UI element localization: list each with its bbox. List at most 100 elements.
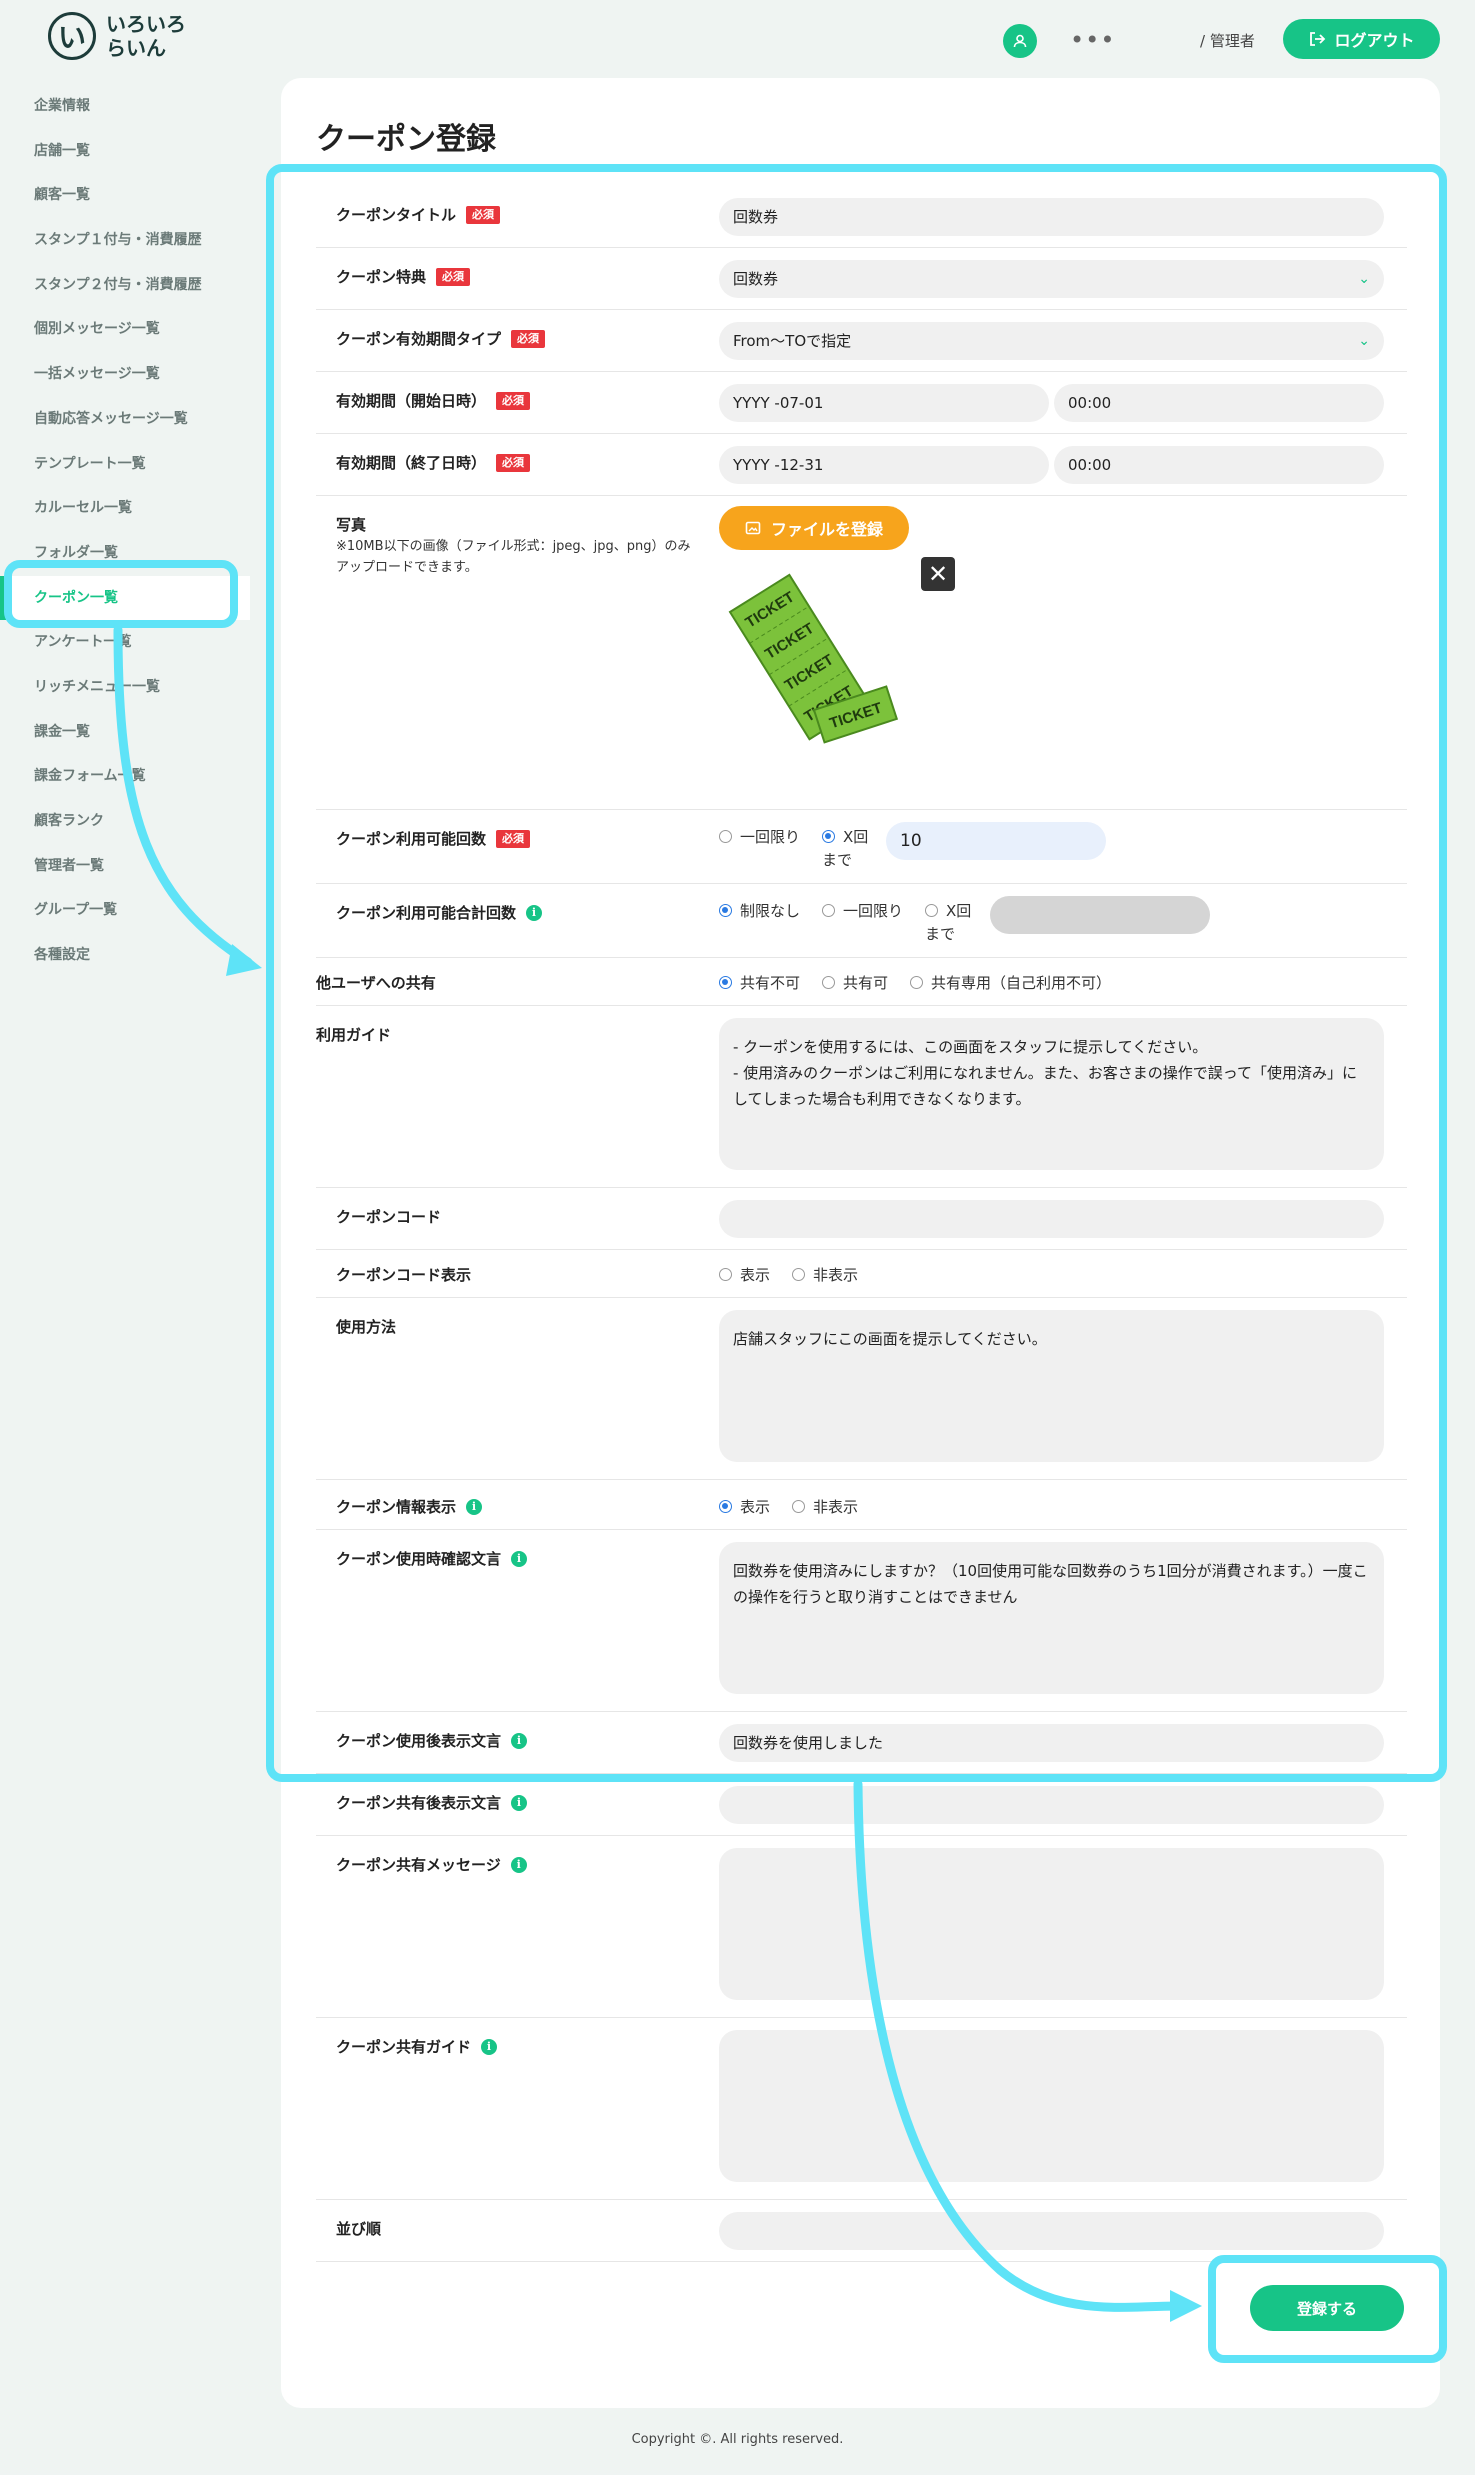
row-use-count: クーポン利用可能回数 必須 一回限り X回 まで 10 — [316, 810, 1407, 884]
coupon-title-input[interactable]: 回数券 — [719, 198, 1384, 236]
sidebar-item-admins[interactable]: 管理者一覧 — [0, 844, 250, 889]
row-benefit: クーポン特典 必須 回数券 ⌄ — [316, 248, 1407, 310]
required-badge: 必須 — [436, 267, 471, 286]
copyright: Copyright ©. All rights reserved. — [631, 2432, 844, 2447]
sidebar-item-rich-menus[interactable]: リッチメニュー一覧 — [0, 665, 250, 710]
sidebar-item-auto-reply[interactable]: 自動応答メッセージ一覧 — [0, 397, 250, 442]
more-menu-icon[interactable]: ••• — [1070, 26, 1115, 54]
logo[interactable]: い いろいろらいん — [48, 12, 186, 60]
logout-button[interactable]: ログアウト — [1283, 19, 1440, 59]
sidebar-item-coupons[interactable]: クーポン一覧 — [0, 575, 250, 621]
row-after-use: クーポン使用後表示文言 i 回数券を使用しました — [316, 1712, 1407, 1774]
total-count-once-radio[interactable]: 一回限り — [822, 900, 903, 921]
share-message-label: クーポン共有メッセージ — [336, 1856, 501, 1874]
info-display-radios: 表示 非表示 — [719, 1496, 858, 1517]
start-label: 有効期間（開始日時） — [336, 392, 487, 410]
share-guide-label: クーポン共有ガイド — [336, 2038, 472, 2056]
submit-button[interactable]: 登録する — [1250, 2285, 1404, 2331]
required-badge: 必須 — [496, 453, 531, 472]
use-count-x-radio[interactable]: X回 まで — [822, 826, 868, 870]
row-guide: 利用ガイド - クーポンを使用するには、この画面をスタッフに提示してください。 … — [316, 1006, 1407, 1188]
user-icon[interactable] — [1003, 24, 1037, 58]
row-usage: 使用方法 店舗スタッフにこの画面を提示してください。 — [316, 1298, 1407, 1480]
period-type-select[interactable]: From〜TOで指定 ⌄ — [719, 322, 1384, 360]
code-display-radios: 表示 非表示 — [719, 1264, 858, 1285]
sidebar-item-settings[interactable]: 各種設定 — [0, 933, 250, 978]
sidebar-item-carousels[interactable]: カルーセル一覧 — [0, 486, 250, 531]
sidebar-item-surveys[interactable]: アンケート一覧 — [0, 620, 250, 665]
share-label: 他ユーザへの共有 — [316, 974, 436, 992]
start-date-input[interactable]: YYYY -07-01 — [719, 384, 1049, 422]
after-use-input[interactable]: 回数券を使用しました — [719, 1724, 1384, 1762]
info-icon[interactable]: i — [511, 1732, 528, 1749]
sidebar-item-stamp1[interactable]: スタンプ１付与・消費履歴 — [0, 218, 250, 263]
share-only-radio[interactable]: 共有専用（自己利用不可） — [910, 972, 1111, 993]
info-icon[interactable]: i — [510, 1856, 527, 1873]
total-count-x-radio[interactable]: X回 まで — [925, 900, 971, 944]
sidebar-item-billing[interactable]: 課金一覧 — [0, 710, 250, 755]
radio-label: 一回限り — [740, 828, 801, 846]
chevron-down-icon: ⌄ — [1358, 271, 1370, 287]
sidebar-item-company[interactable]: 企業情報 — [0, 84, 250, 129]
end-date-input[interactable]: YYYY -12-31 — [719, 446, 1049, 484]
info-icon[interactable]: i — [466, 1498, 483, 1515]
sidebar-item-billing-forms[interactable]: 課金フォーム一覧 — [0, 754, 250, 799]
code-display-hide-radio[interactable]: 非表示 — [792, 1264, 858, 1285]
guide-textarea[interactable]: - クーポンを使用するには、この画面をスタッフに提示してください。 - 使用済み… — [719, 1018, 1384, 1170]
upload-file-label: ファイルを登録 — [770, 520, 883, 539]
info-icon[interactable]: i — [481, 2038, 498, 2055]
code-display-show-radio[interactable]: 表示 — [719, 1264, 770, 1285]
share-guide-textarea[interactable] — [719, 2030, 1384, 2182]
usage-label: 使用方法 — [336, 1318, 397, 1336]
info-icon[interactable]: i — [526, 904, 543, 921]
use-count-once-radio[interactable]: 一回限り — [719, 826, 800, 847]
confirm-text-textarea[interactable]: 回数券を使用済みにしますか？（10回使用可能な回数券のうち1回分が消費されます。… — [719, 1542, 1384, 1694]
benefit-value: 回数券 — [733, 270, 779, 288]
remove-image-icon[interactable]: ✕ — [921, 557, 955, 591]
user-role: / 管理者 — [1200, 32, 1255, 50]
share-message-textarea[interactable] — [719, 1848, 1384, 2000]
after-share-input[interactable] — [719, 1786, 1384, 1824]
sidebar-item-stores[interactable]: 店舗一覧 — [0, 129, 250, 174]
radio-label: 共有専用（自己利用不可） — [931, 974, 1112, 992]
info-display-show-radio[interactable]: 表示 — [719, 1496, 770, 1517]
logo-mark: い — [48, 12, 96, 60]
coupon-title-label: クーポンタイトル — [336, 206, 457, 224]
start-time-input[interactable]: 00:00 — [1054, 384, 1384, 422]
required-badge: 必須 — [466, 205, 501, 224]
info-icon[interactable]: i — [511, 1794, 528, 1811]
share-enabled-radio[interactable]: 共有可 — [822, 972, 888, 993]
sidebar-item-customers[interactable]: 顧客一覧 — [0, 173, 250, 218]
sidebar-item-stamp2[interactable]: スタンプ２付与・消費履歴 — [0, 263, 250, 308]
row-period-type: クーポン有効期間タイプ 必須 From〜TOで指定 ⌄ — [316, 310, 1407, 372]
logout-icon — [1310, 32, 1326, 46]
total-count-input[interactable] — [990, 896, 1210, 934]
info-display-label: クーポン情報表示 — [336, 1498, 457, 1516]
sidebar-item-templates[interactable]: テンプレート一覧 — [0, 442, 250, 487]
radio-label: 共有可 — [843, 974, 889, 992]
use-count-input[interactable]: 10 — [886, 822, 1106, 860]
upload-file-button[interactable]: ファイルを登録 — [719, 506, 909, 550]
sort-input[interactable] — [719, 2212, 1384, 2250]
radio-label: 表示 — [740, 1498, 771, 1516]
usage-textarea[interactable]: 店舗スタッフにこの画面を提示してください。 — [719, 1310, 1384, 1462]
sidebar-item-folders[interactable]: フォルダ一覧 — [0, 531, 250, 576]
total-count-unlimited-radio[interactable]: 制限なし — [719, 900, 800, 921]
required-badge: 必須 — [511, 329, 546, 348]
row-code-display: クーポンコード表示 表示 非表示 — [316, 1250, 1407, 1298]
sidebar-item-bulk-messages[interactable]: 一括メッセージ一覧 — [0, 352, 250, 397]
row-sort: 並び順 — [316, 2200, 1407, 2262]
end-time-input[interactable]: 00:00 — [1054, 446, 1384, 484]
sidebar-item-groups[interactable]: グループ一覧 — [0, 888, 250, 933]
row-coupon-title: クーポンタイトル 必須 回数券 — [316, 186, 1407, 248]
radio-label: 制限なし — [740, 902, 801, 920]
sidebar-item-customer-rank[interactable]: 顧客ランク — [0, 799, 250, 844]
total-count-radios: 制限なし 一回限り X回 まで — [719, 900, 971, 944]
share-disabled-radio[interactable]: 共有不可 — [719, 972, 800, 993]
benefit-select[interactable]: 回数券 ⌄ — [719, 260, 1384, 298]
info-icon[interactable]: i — [511, 1550, 528, 1567]
row-share: 他ユーザへの共有 共有不可 共有可 共有専用（自己利用不可） — [316, 958, 1407, 1006]
sidebar-item-individual-messages[interactable]: 個別メッセージ一覧 — [0, 307, 250, 352]
code-input[interactable] — [719, 1200, 1384, 1238]
info-display-hide-radio[interactable]: 非表示 — [792, 1496, 858, 1517]
